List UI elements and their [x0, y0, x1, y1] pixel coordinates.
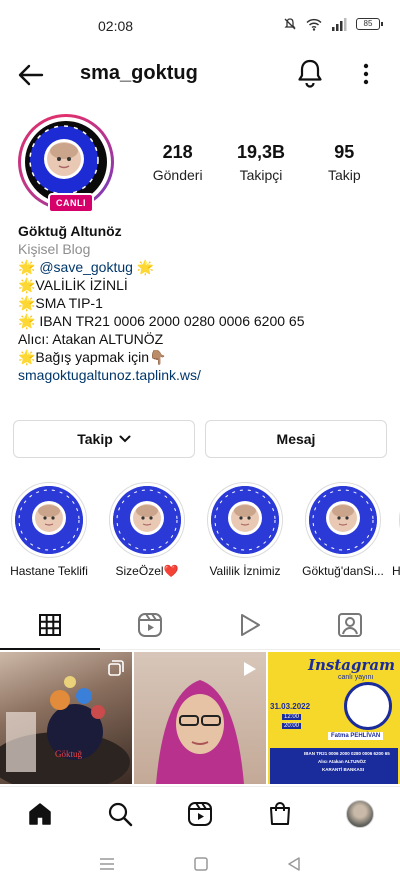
- post-thumbnail[interactable]: Göktuğ: [0, 652, 132, 784]
- profile-header: sma_goktug: [0, 52, 400, 96]
- nav-home[interactable]: [0, 787, 80, 840]
- bell-icon: [298, 59, 322, 88]
- poster-title: Instagram: [308, 656, 395, 674]
- back-triangle-icon[interactable]: [287, 857, 301, 871]
- bio-website-link[interactable]: smagoktugaltunoz.taplink.ws/: [18, 366, 388, 384]
- bio-line: 🌟SMA TIP-1: [18, 295, 103, 311]
- status-bar: 02:08 85: [0, 0, 400, 50]
- grid-icon: [39, 613, 61, 636]
- bio-line: Alıcı: Atakan ALTUNÖZ: [18, 331, 164, 347]
- highlight-cover: [113, 486, 181, 554]
- kebab-menu-icon: [363, 63, 369, 85]
- highlight-label: Göktuğ'danSi...: [302, 564, 384, 578]
- tab-videos[interactable]: [200, 600, 300, 649]
- home-square-icon[interactable]: [194, 857, 208, 871]
- stat-following[interactable]: 95 Takip: [303, 142, 386, 183]
- carousel-icon: [108, 660, 124, 676]
- bio-line: 🌟 IBAN TR21 0006 2000 0280 0006 6200 65: [18, 313, 305, 329]
- posts-label: Gönderi: [152, 167, 203, 183]
- nav-profile[interactable]: [320, 787, 400, 840]
- back-button[interactable]: [16, 60, 46, 90]
- bio-line: 🌟VALİLİK İZİNLİ: [18, 277, 128, 293]
- home-icon: [29, 802, 51, 825]
- stat-posts[interactable]: 218 Gönderi: [136, 142, 219, 183]
- bio-line: 🌟Bağış yapmak için👇🏽: [18, 349, 167, 365]
- nav-search[interactable]: [80, 787, 160, 840]
- profile-name: Göktuğ Altunöz: [18, 223, 122, 239]
- back-arrow-icon: [18, 64, 44, 86]
- highlight-label: Valilik İznimiz: [209, 564, 281, 578]
- following-count: 95: [334, 142, 355, 162]
- message-label: Mesaj: [276, 431, 316, 447]
- follow-button[interactable]: Takip: [13, 420, 195, 458]
- more-options-button[interactable]: [360, 60, 372, 88]
- following-label: Takip: [327, 167, 361, 183]
- posts-grid: Göktuğ Instagram canlı yayını 31.03.2022…: [0, 652, 400, 784]
- tab-tagged[interactable]: [300, 600, 400, 649]
- live-badge[interactable]: CANLI: [48, 193, 94, 213]
- profile-category: Kişisel Blog: [18, 241, 91, 257]
- followers-label: Takipçi: [239, 167, 283, 183]
- battery-icon: 85: [356, 18, 383, 30]
- reels-icon: [188, 801, 212, 826]
- tab-reels[interactable]: [100, 600, 200, 649]
- bio-mention-link[interactable]: @save_goktug: [39, 259, 133, 275]
- highlight-item[interactable]: SizeÖzel❤️: [102, 482, 192, 578]
- highlight-label: Hastane Teklifi: [10, 564, 88, 578]
- avatar-artwork: [29, 125, 99, 195]
- reel-play-icon: [244, 662, 256, 676]
- follow-label: Takip: [77, 431, 113, 447]
- story-highlights: Hastane Teklifi SizeÖzel❤️ Valilik İznim…: [0, 482, 400, 582]
- search-icon: [108, 802, 133, 826]
- status-icons: 85: [283, 17, 383, 31]
- post-thumbnail[interactable]: [134, 652, 266, 784]
- highlight-item[interactable]: Göktuğ'danSi...: [298, 482, 388, 578]
- message-button[interactable]: Mesaj: [205, 420, 387, 458]
- play-icon: [241, 613, 260, 636]
- highlight-label: H: [392, 564, 400, 578]
- status-time: 02:08: [98, 18, 134, 34]
- highlight-cover: [309, 486, 377, 554]
- highlight-label: SizeÖzel❤️: [115, 564, 179, 578]
- highlight-cover: [211, 486, 279, 554]
- highlight-item[interactable]: Hastane Teklifi: [4, 482, 94, 578]
- shopping-bag-icon: [270, 801, 290, 825]
- event-poster: Instagram canlı yayını 31.03.2022 12:00 …: [268, 652, 400, 784]
- notifications-button[interactable]: [296, 58, 324, 88]
- nav-shop[interactable]: [240, 787, 320, 840]
- highlight-item[interactable]: Valilik İznimiz: [200, 482, 290, 578]
- wifi-icon: [306, 18, 322, 31]
- reels-icon: [138, 612, 162, 637]
- svg-text:Göktuğ: Göktuğ: [55, 749, 83, 759]
- tab-posts-grid[interactable]: [0, 600, 100, 650]
- nav-reels[interactable]: [160, 787, 240, 840]
- profile-stats: 218 Gönderi 19,3B Takipçi 95 Takip: [136, 142, 386, 183]
- mute-bell-icon: [284, 18, 296, 30]
- poster-date: 31.03.2022: [270, 702, 311, 711]
- followers-count: 19,3B: [236, 142, 286, 162]
- menu-icon[interactable]: [99, 858, 115, 870]
- profile-bio: Göktuğ Altunöz Kişisel Blog 🌟 @save_gokt…: [18, 222, 388, 384]
- posts-count: 218: [162, 142, 193, 162]
- chevron-down-icon: [119, 435, 131, 443]
- profile-content-tabs: [0, 600, 400, 650]
- system-navigation-bar: [0, 840, 400, 888]
- profile-avatar-small: [346, 799, 374, 828]
- poster-guest: Fatma PEHLİVAN: [328, 732, 384, 740]
- avatar-image: [25, 121, 107, 203]
- post-thumbnail[interactable]: Instagram canlı yayını 31.03.2022 12:00 …: [268, 652, 400, 784]
- bio-line: 🌟 @save_goktug 🌟: [18, 259, 155, 275]
- profile-actions: Takip Mesaj: [13, 420, 387, 458]
- stat-followers[interactable]: 19,3B Takipçi: [219, 142, 302, 183]
- bottom-navigation: [0, 786, 400, 840]
- guest-photo: [344, 682, 392, 730]
- signal-icon: [332, 17, 347, 31]
- profile-username: sma_goktug: [80, 62, 198, 84]
- tagged-person-icon: [338, 612, 362, 637]
- highlight-item[interactable]: H: [392, 482, 400, 578]
- highlight-cover: [15, 486, 83, 554]
